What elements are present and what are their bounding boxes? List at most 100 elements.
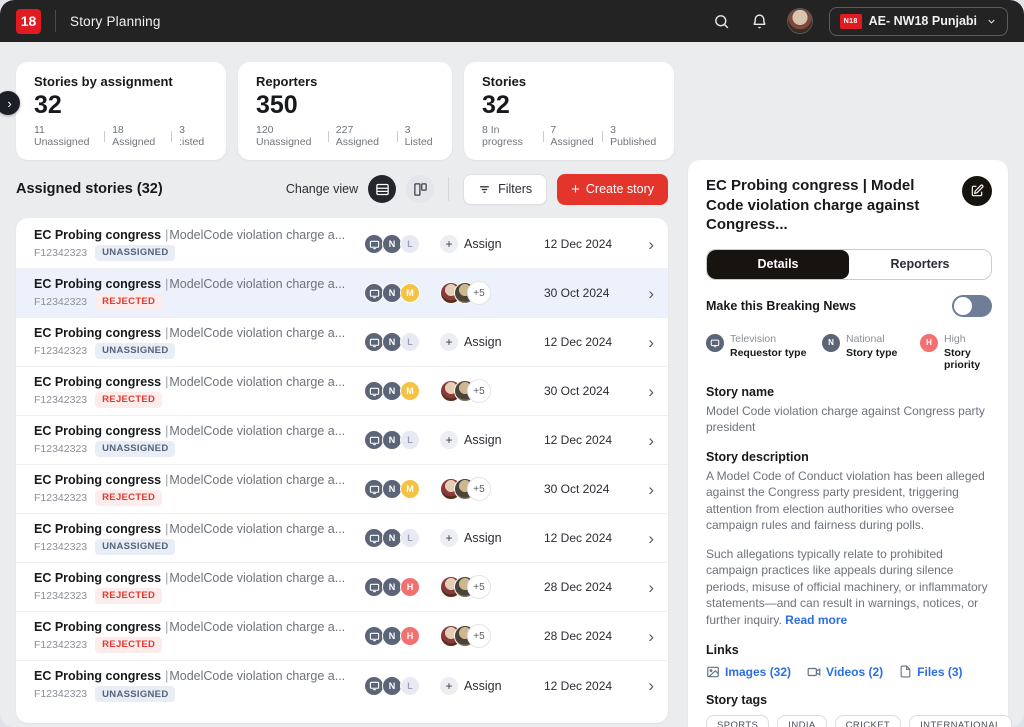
chevron-right-icon[interactable]: ›: [630, 383, 654, 400]
user-avatar[interactable]: [786, 8, 813, 34]
assign-button[interactable]: + Assign: [440, 529, 502, 547]
assignee-avatars[interactable]: +5: [440, 477, 491, 501]
tab-reporters[interactable]: Reporters: [849, 249, 991, 279]
story-date: 28 Dec 2024: [544, 580, 613, 594]
create-story-button[interactable]: + Create story: [557, 173, 668, 205]
assignee-avatars[interactable]: +5: [440, 379, 491, 403]
story-planning-app: 18 Story Planning N18 AE- NW18 Punjabi ›…: [0, 0, 1024, 727]
television-icon: [364, 675, 384, 696]
story-subtitle: ModelCode violation charge a...: [169, 325, 346, 340]
story-meta-row: Television Requestor type N National Sto…: [706, 333, 992, 371]
toggle-knob: [954, 296, 972, 315]
story-row[interactable]: EC Probing congress | ModelCode violatio…: [16, 465, 668, 514]
assign-button[interactable]: + Assign: [440, 676, 502, 695]
stats-row: Stories by assignment 32 11 Unassigned 1…: [0, 42, 1024, 160]
videos-link[interactable]: Videos (2): [807, 665, 883, 679]
tag-chip[interactable]: INTERNATIONAL: [909, 714, 1012, 727]
story-type-badge: N: [382, 675, 402, 696]
stat-breakdown: 7 Assigned: [550, 124, 594, 148]
assignee-avatars[interactable]: +5: [440, 281, 491, 305]
edit-story-button[interactable]: [962, 176, 992, 206]
tab-details[interactable]: Details: [707, 249, 849, 279]
search-icon[interactable]: [711, 10, 733, 32]
chevron-right-icon[interactable]: ›: [630, 481, 654, 498]
org-selector-label: AE- NW18 Punjabi: [868, 14, 977, 28]
story-subtitle: ModelCode violation charge a...: [169, 374, 346, 389]
news18-logo[interactable]: 18: [16, 8, 41, 34]
story-id: F12342323: [34, 295, 88, 308]
status-badge: REJECTED: [95, 587, 163, 604]
assignee-avatars[interactable]: +5: [440, 624, 491, 648]
notifications-bell-icon[interactable]: [749, 10, 771, 32]
story-type-label: Story type: [846, 346, 898, 359]
story-subtitle: ModelCode violation charge a...: [169, 570, 346, 585]
board-view-button[interactable]: [406, 175, 435, 203]
org-selector-dropdown[interactable]: N18 AE- NW18 Punjabi: [828, 6, 1008, 36]
chevron-right-icon[interactable]: ›: [630, 677, 654, 694]
status-badge: UNASSIGNED: [95, 538, 176, 555]
assign-label: Assign: [464, 678, 502, 693]
story-title: EC Probing congress: [34, 374, 162, 389]
more-assignees-badge: +5: [467, 624, 491, 648]
story-row[interactable]: EC Probing congress | ModelCode violatio…: [16, 269, 668, 318]
files-link[interactable]: Files (3): [899, 665, 963, 679]
stat-breakdown: 120 Unassigned: [256, 124, 312, 148]
tag-chip[interactable]: INDIA: [777, 714, 827, 727]
television-icon: [364, 332, 384, 352]
filters-button[interactable]: Filters: [463, 173, 548, 205]
breaking-news-toggle[interactable]: [952, 294, 992, 317]
story-row[interactable]: EC Probing congress | ModelCode violatio…: [16, 416, 668, 465]
filter-icon: [480, 185, 489, 193]
stat-card-stories-by-assignment[interactable]: Stories by assignment 32 11 Unassigned 1…: [16, 62, 226, 160]
assign-button[interactable]: + Assign: [440, 431, 502, 449]
stat-card-reporters[interactable]: Reporters 350 120 Unassigned 227 Assigne…: [238, 62, 452, 160]
read-more-link[interactable]: Read more: [785, 613, 847, 627]
story-id: F12342323: [34, 589, 88, 602]
story-row[interactable]: EC Probing congress | ModelCode violatio…: [16, 661, 668, 710]
assign-button[interactable]: + Assign: [440, 333, 502, 351]
story-details-panel: EC Probing congress | Model Code violati…: [688, 160, 1012, 727]
chevron-right-icon[interactable]: ›: [630, 530, 654, 547]
tag-chip[interactable]: CRICKET: [834, 714, 902, 727]
title-separator: |: [165, 325, 169, 340]
images-link[interactable]: Images (32): [706, 665, 791, 679]
story-title: EC Probing congress: [34, 472, 162, 487]
assign-button[interactable]: + Assign: [440, 235, 502, 253]
chevron-right-icon[interactable]: ›: [630, 628, 654, 645]
create-story-label: Create story: [585, 182, 654, 196]
television-icon: [364, 234, 384, 254]
chevron-right-icon[interactable]: ›: [630, 285, 654, 302]
story-row[interactable]: EC Probing congress | ModelCode violatio…: [16, 318, 668, 367]
stat-value: 32: [34, 91, 62, 119]
story-row[interactable]: EC Probing congress | ModelCode violatio…: [16, 220, 668, 269]
story-date: 12 Dec 2024: [544, 433, 613, 447]
stat-value: 350: [256, 91, 298, 119]
stat-card-stories[interactable]: Stories 32 8 In progress 7 Assigned 3 Pu…: [464, 62, 674, 160]
chevron-right-icon[interactable]: ›: [630, 432, 654, 449]
status-badge: REJECTED: [95, 293, 163, 310]
stat-title: Stories by assignment: [34, 74, 173, 89]
priority-badge: L: [400, 430, 420, 450]
story-row[interactable]: EC Probing congress | ModelCode violatio…: [16, 612, 668, 661]
list-view-button[interactable]: [368, 175, 397, 203]
priority-badge: L: [400, 332, 420, 352]
story-type-badge: N: [382, 577, 402, 597]
stat-title: Reporters: [256, 74, 318, 89]
chevron-right-icon[interactable]: ›: [630, 579, 654, 596]
story-subtitle: ModelCode violation charge a...: [169, 423, 346, 438]
story-row[interactable]: EC Probing congress | ModelCode violatio…: [16, 563, 668, 612]
story-row[interactable]: EC Probing congress | ModelCode violatio…: [16, 514, 668, 563]
assign-label: Assign: [464, 335, 502, 349]
video-icon: [807, 667, 821, 676]
television-icon: [364, 479, 384, 499]
chevron-right-icon[interactable]: ›: [630, 334, 654, 351]
title-separator: |: [165, 227, 169, 242]
status-badge: UNASSIGNED: [95, 686, 176, 702]
story-date: 30 Oct 2024: [544, 482, 610, 496]
title-separator: |: [165, 374, 169, 389]
tag-chip[interactable]: SPORTS: [706, 714, 770, 727]
story-date: 28 Dec 2024: [544, 629, 613, 643]
chevron-right-icon[interactable]: ›: [630, 236, 654, 253]
assignee-avatars[interactable]: +5: [440, 575, 491, 599]
story-row[interactable]: EC Probing congress | ModelCode violatio…: [16, 367, 668, 416]
